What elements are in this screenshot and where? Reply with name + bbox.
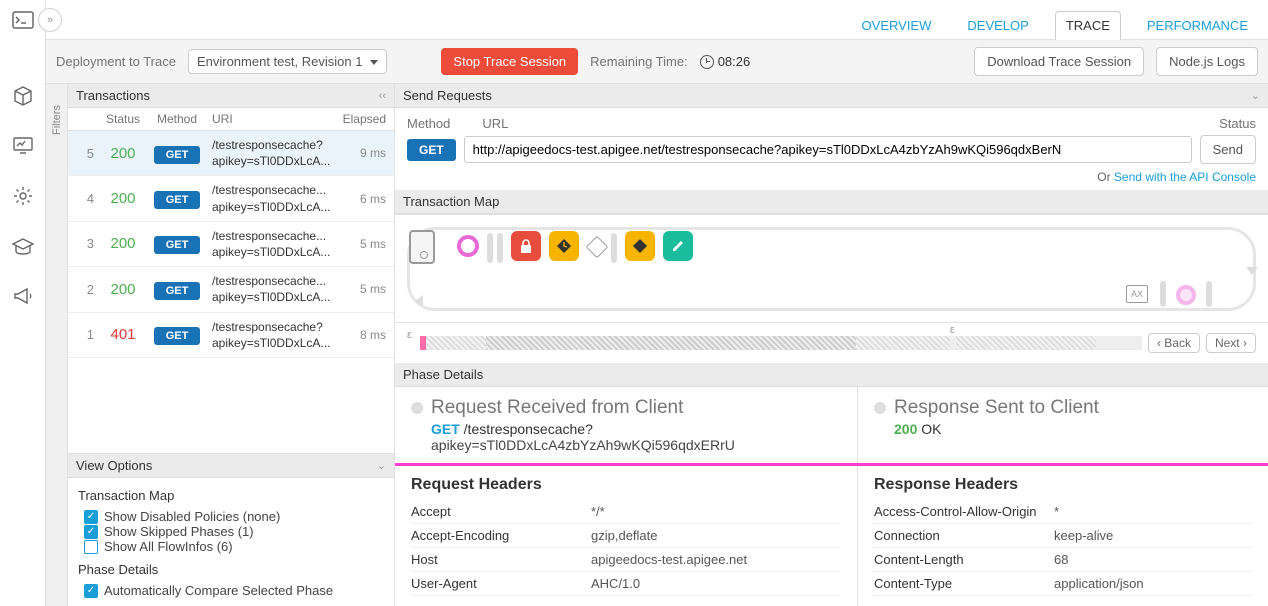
remaining-time-value: 08:26 [700, 54, 751, 69]
view-options-tmap-label: Transaction Map [78, 488, 384, 503]
verify-apikey-policy-icon[interactable] [511, 231, 541, 261]
header-row: Accept-Encodinggzip,deflate [411, 524, 841, 548]
megaphone-icon[interactable] [11, 284, 35, 308]
timeline-next-button[interactable]: Next › [1206, 333, 1256, 353]
flow-bar [611, 233, 617, 263]
stop-trace-button[interactable]: Stop Trace Session [441, 48, 578, 75]
transaction-row[interactable]: 3200GET/testresponsecache...apikey=sTl0D… [68, 222, 394, 267]
phase-dot-icon [411, 402, 423, 414]
expand-sidebar-button[interactable]: » [38, 8, 62, 32]
phase-request-col: Request Received from Client GET /testre… [395, 387, 858, 463]
collapse-send-icon[interactable]: ⌄ [1251, 89, 1260, 102]
box-icon[interactable] [11, 84, 35, 108]
environment-picker[interactable]: Environment test, Revision 1 [188, 49, 387, 74]
phase-dot-icon [874, 402, 886, 414]
api-console-link-row: Or Send with the API Console [395, 170, 1268, 190]
monitor-icon[interactable] [11, 134, 35, 158]
header-row: Connectionkeep-alive [874, 524, 1252, 548]
phase-response-col: Response Sent to Client 200 OK [858, 387, 1268, 463]
header-row: Accept*/* [411, 500, 841, 524]
flow-bar [1160, 281, 1166, 307]
trace-toolbar: Deployment to Trace Environment test, Re… [46, 40, 1268, 84]
transaction-map[interactable]: AX [395, 214, 1268, 323]
phase-details-header: Phase Details [395, 363, 1268, 387]
client-icon[interactable] [409, 230, 435, 264]
transaction-row[interactable]: 2200GET/testresponsecache...apikey=sTl0D… [68, 267, 394, 312]
epsilon-mid: ε [950, 324, 955, 336]
header-row: Content-Length68 [874, 548, 1252, 572]
collapse-view-options-icon[interactable]: ⌄ [377, 459, 386, 472]
analytics-icon[interactable]: AX [1126, 285, 1148, 303]
method-pill: GET [154, 146, 201, 164]
header-row: Content-Typeapplication/json [874, 572, 1252, 596]
flow-start-dot[interactable] [457, 235, 479, 257]
method-pill: GET [154, 236, 201, 254]
header-row: User-AgentAHC/1.0 [411, 572, 841, 596]
flow-bar [1206, 281, 1212, 307]
deploy-to-trace-label: Deployment to Trace [56, 54, 176, 69]
header-row: Access-Control-Allow-Origin* [874, 500, 1252, 524]
assign-message-policy-icon[interactable] [625, 231, 655, 261]
icon-sidebar [0, 0, 46, 606]
filters-strip[interactable]: Filters [46, 84, 68, 606]
transactions-column-headers: Status Method URI Elapsed [68, 108, 394, 131]
javascript-policy-icon[interactable] [663, 231, 693, 261]
view-option-checkbox[interactable]: ✓Show Disabled Policies (none) [78, 509, 384, 524]
graduation-icon[interactable] [11, 234, 35, 258]
transaction-row[interactable]: 5200GET/testresponsecache?apikey=sTl0DDx… [68, 131, 394, 176]
arrow-left-icon [411, 293, 427, 309]
nodejs-logs-button[interactable]: Node.js Logs [1156, 47, 1258, 76]
flow-end-dot[interactable] [1176, 285, 1196, 305]
clock-icon [700, 55, 714, 69]
request-headers-title: Request Headers [411, 476, 841, 494]
method-pill: GET [154, 282, 201, 300]
method-pill: GET [154, 191, 201, 209]
epsilon-left: ε [407, 329, 412, 341]
method-label: Method [407, 116, 450, 131]
gear-icon[interactable] [11, 184, 35, 208]
timeline-back-button[interactable]: ‹ Back [1148, 333, 1200, 353]
tab-trace[interactable]: TRACE [1055, 11, 1121, 40]
send-requests-header: Send Requests ⌄ [395, 84, 1268, 108]
transaction-row[interactable]: 1401GET/testresponsecache?apikey=sTl0DDx… [68, 313, 394, 358]
url-label: URL [482, 116, 508, 131]
timeline[interactable]: ε ε ‹ Back Next › [395, 323, 1268, 363]
api-console-link[interactable]: Send with the API Console [1114, 170, 1256, 184]
view-option-checkbox[interactable]: ✓Automatically Compare Selected Phase [78, 583, 384, 598]
transaction-map-header: Transaction Map [395, 190, 1268, 214]
view-option-checkbox[interactable]: ✓Show Skipped Phases (1) [78, 524, 384, 539]
tab-develop[interactable]: DEVELOP [957, 12, 1038, 39]
view-option-checkbox[interactable]: Show All FlowInfos (6) [78, 539, 384, 554]
flow-bar [487, 233, 493, 263]
transaction-row[interactable]: 4200GET/testresponsecache...apikey=sTl0D… [68, 176, 394, 221]
remaining-time-label: Remaining Time: [590, 54, 688, 69]
flow-bar [497, 233, 503, 263]
terminal-icon[interactable] [11, 8, 35, 32]
status-label: Status [1219, 116, 1256, 131]
method-badge[interactable]: GET [407, 139, 456, 161]
arrow-down-icon [1244, 263, 1260, 279]
view-options-phase-label: Phase Details [78, 562, 384, 577]
assign-message-policy-icon[interactable] [549, 231, 579, 261]
top-tabs: OVERVIEW DEVELOP TRACE PERFORMANCE [46, 0, 1268, 40]
tab-performance[interactable]: PERFORMANCE [1137, 12, 1258, 39]
transactions-header: Transactions ‹‹ [68, 84, 394, 108]
send-button[interactable]: Send [1200, 135, 1256, 164]
method-pill: GET [154, 327, 201, 345]
collapse-transactions-icon[interactable]: ‹‹ [379, 90, 386, 102]
url-input[interactable] [464, 136, 1192, 163]
download-trace-button[interactable]: Download Trace Session [974, 47, 1144, 76]
tab-overview[interactable]: OVERVIEW [852, 12, 942, 39]
view-options-header: View Options ⌄ [68, 454, 394, 478]
response-headers-title: Response Headers [874, 476, 1252, 494]
header-row: Hostapigeedocs-test.apigee.net [411, 548, 841, 572]
